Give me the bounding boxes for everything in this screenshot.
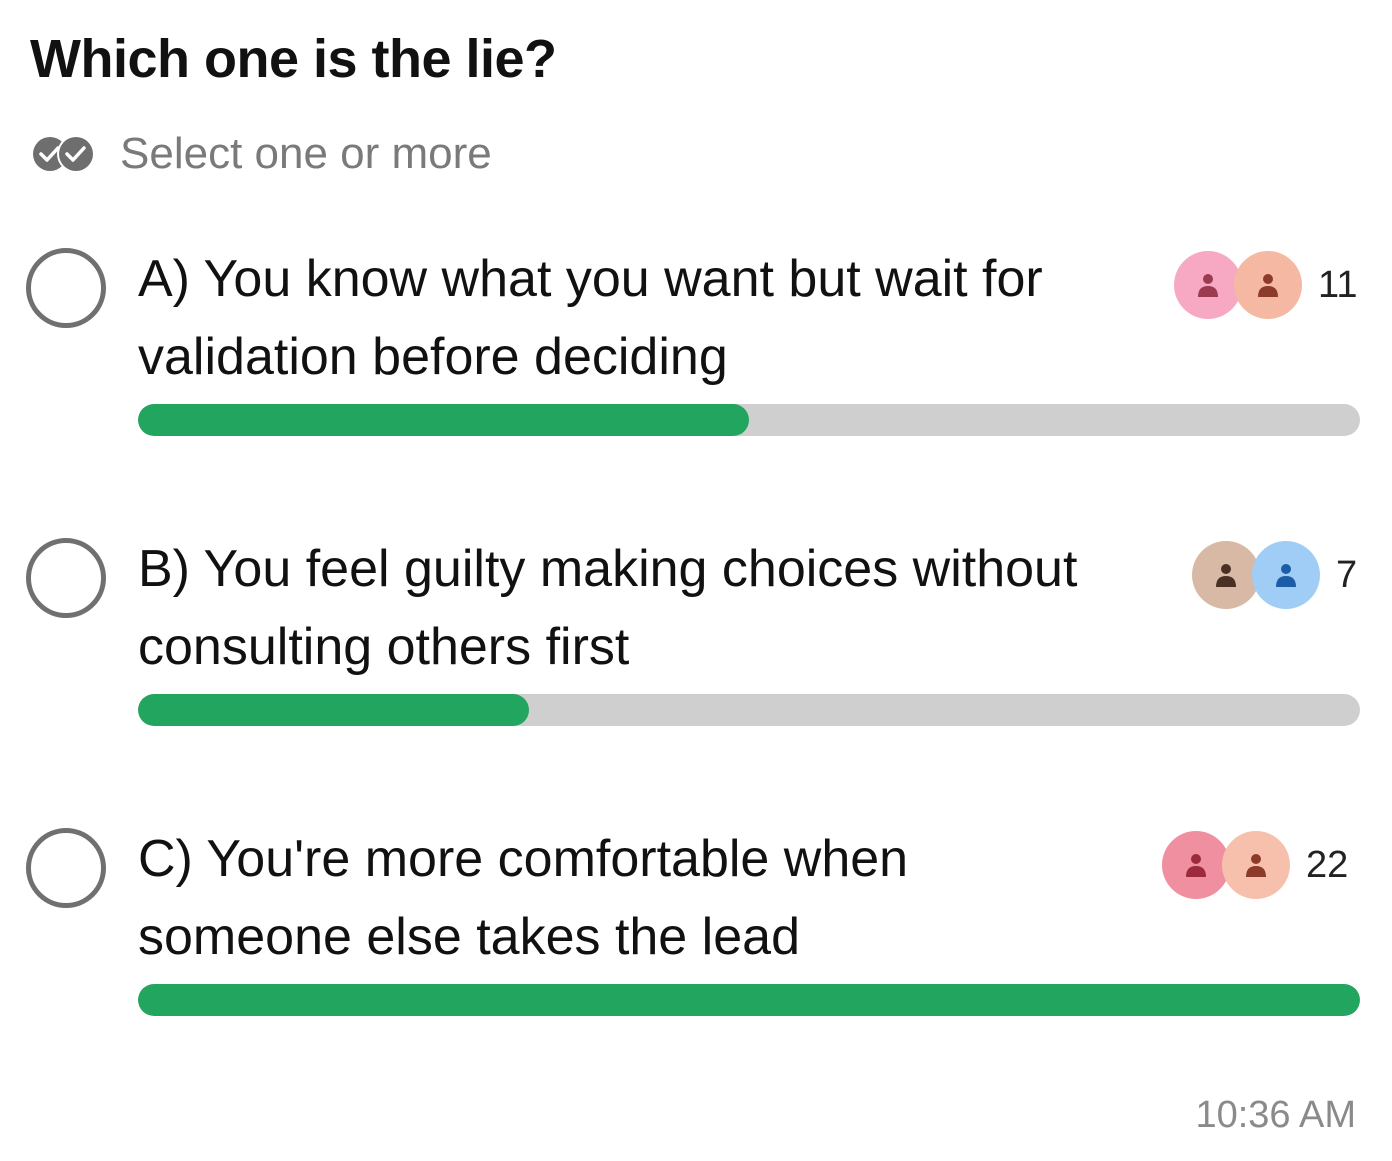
poll-hint-label: Select one or more: [120, 129, 492, 178]
voters[interactable]: 22: [1162, 830, 1348, 900]
result-bar-fill: [138, 694, 530, 726]
avatar: [1192, 541, 1260, 609]
option-text: B) You feel guilty making choices withou…: [138, 540, 1078, 676]
option-radio[interactable]: [26, 828, 106, 908]
person-icon: [1276, 564, 1296, 587]
option-text: A) You know what you want but wait for v…: [138, 250, 1043, 386]
poll-hint: Select one or more: [30, 128, 492, 180]
poll-option-a[interactable]: A) You know what you want but wait for v…: [0, 240, 1392, 460]
result-bar: [138, 984, 1360, 1016]
avatar: [1222, 831, 1290, 899]
result-bar: [138, 694, 1360, 726]
double-check-icon: [30, 134, 100, 174]
message-timestamp: 10:36 AM: [1195, 1094, 1356, 1136]
person-icon: [1186, 854, 1206, 877]
voters[interactable]: 7: [1192, 540, 1357, 610]
avatar: [1234, 251, 1302, 319]
vote-count: 22: [1306, 843, 1349, 886]
vote-count: 7: [1336, 553, 1358, 596]
poll-title: Which one is the lie?: [30, 29, 557, 89]
option-radio[interactable]: [26, 538, 106, 618]
avatar: [1174, 251, 1242, 319]
poll-option-c[interactable]: C) You're more comfortable when someone …: [0, 820, 1392, 1040]
person-icon: [1246, 854, 1266, 877]
person-icon: [1216, 564, 1236, 587]
option-radio[interactable]: [26, 248, 106, 328]
avatar: [1252, 541, 1320, 609]
option-text: C) You're more comfortable when someone …: [138, 830, 909, 966]
avatar: [1162, 831, 1230, 899]
person-icon: [1258, 274, 1278, 297]
voters[interactable]: 11: [1174, 250, 1357, 320]
poll-option-b[interactable]: B) You feel guilty making choices withou…: [0, 530, 1392, 750]
person-icon: [1198, 274, 1218, 297]
result-bar: [138, 404, 1360, 436]
result-bar-fill: [138, 404, 749, 436]
result-bar-fill: [138, 984, 1360, 1016]
vote-count: 11: [1318, 263, 1358, 306]
